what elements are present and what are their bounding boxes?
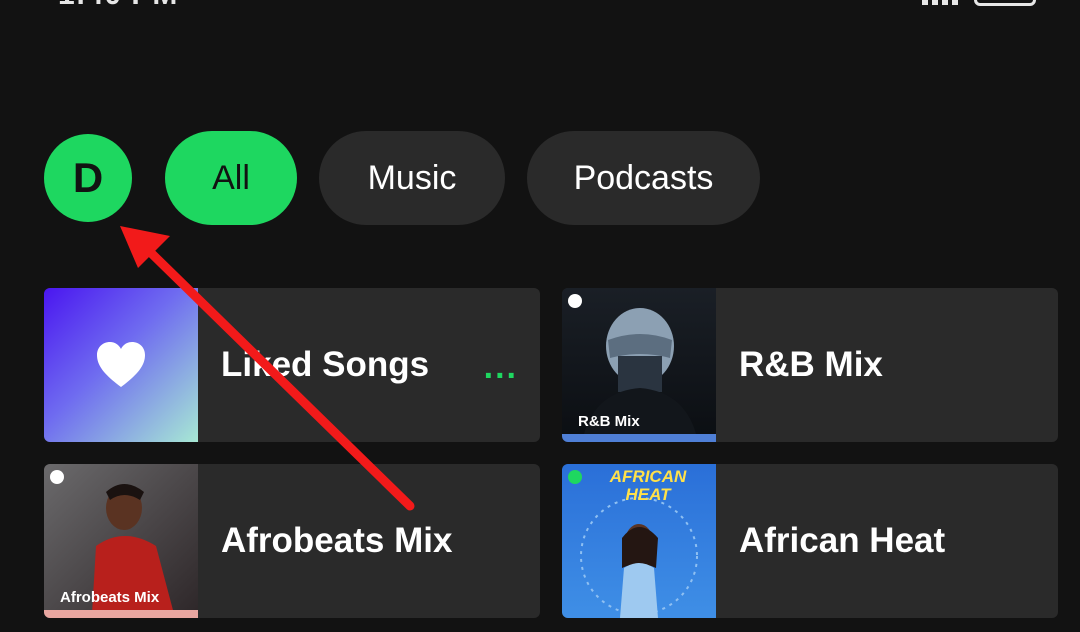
signal-icon xyxy=(922,0,958,5)
shortcut-card-liked-songs[interactable]: Liked Songs ... xyxy=(44,288,540,442)
shortcut-card-african-heat[interactable]: AFRICAN HEAT African Heat xyxy=(562,464,1058,618)
spotify-logo-icon xyxy=(568,294,582,308)
liked-songs-cover xyxy=(44,288,198,442)
rnb-mix-cover: R&B Mix xyxy=(562,288,716,442)
filter-chip-all[interactable]: All xyxy=(165,131,297,225)
spotify-logo-icon xyxy=(568,470,582,484)
shortcut-title: Afrobeats Mix xyxy=(221,521,453,560)
battery-icon xyxy=(974,0,1036,6)
filter-chip-podcasts[interactable]: Podcasts xyxy=(527,131,760,225)
spotify-logo-icon xyxy=(50,470,64,484)
shortcut-card-afrobeats-mix[interactable]: Afrobeats Mix Afrobeats Mix xyxy=(44,464,540,618)
shortcut-title: R&B Mix xyxy=(739,345,883,384)
heart-icon xyxy=(97,342,145,387)
more-options-icon[interactable]: ... xyxy=(484,348,518,387)
cover-label: R&B Mix xyxy=(578,413,640,430)
shortcut-card-rnb-mix[interactable]: R&B Mix R&B Mix xyxy=(562,288,1058,442)
shortcut-title: Liked Songs xyxy=(221,345,430,384)
african-heat-cover: AFRICAN HEAT xyxy=(562,464,716,618)
status-bar: 1:40 PM xyxy=(0,0,1080,11)
status-time: 1:40 PM xyxy=(58,0,178,12)
cover-label: Afrobeats Mix xyxy=(60,589,160,606)
spotify-home-screen: 1:40 PM D All Music Podcasts Liked Songs… xyxy=(0,0,1080,632)
cover-title: AFRICAN HEAT xyxy=(609,467,687,504)
filter-chip-music[interactable]: Music xyxy=(319,131,505,225)
status-icons xyxy=(922,0,1036,6)
profile-avatar[interactable]: D xyxy=(44,134,132,222)
shortcut-title: African Heat xyxy=(739,521,946,560)
afrobeats-mix-cover: Afrobeats Mix xyxy=(44,464,198,618)
